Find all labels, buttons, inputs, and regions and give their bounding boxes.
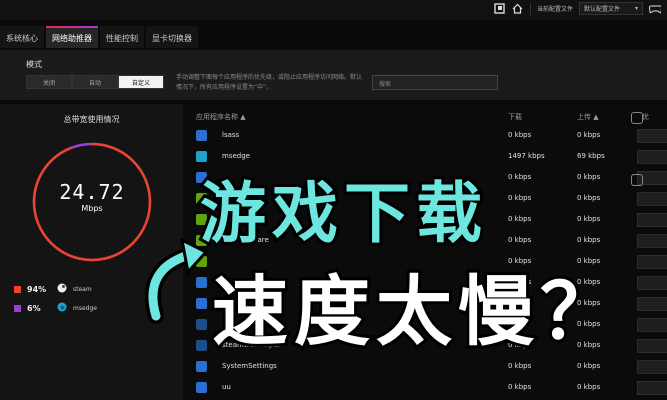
- legend-color-swatch: [14, 304, 21, 312]
- steam-icon: [57, 283, 67, 295]
- upload-rate: 0 kbps: [577, 215, 601, 223]
- profile-label: 当前配置文件: [536, 6, 573, 13]
- app-name: msedge: [222, 152, 250, 160]
- curved-arrow-icon: [144, 238, 209, 324]
- download-rate: 0 kbps: [508, 362, 532, 370]
- priority-select[interactable]: [637, 129, 667, 143]
- mode-description: 手动调整下面每个应用程序的优先级，或阻止应用程序访问网络。默认情况下，所有应用程…: [176, 74, 363, 91]
- title-bar-controls: 当前配置文件 默认配置文件 ▾: [494, 2, 661, 15]
- column-header-name[interactable]: 应用程序名称 ▲: [196, 112, 246, 122]
- legend-name: msedge: [73, 304, 97, 312]
- download-rate: 0 kbps: [508, 215, 532, 223]
- download-rate: 0 kbps: [508, 194, 532, 202]
- overlay-title-line2: 速度太慢？: [209, 264, 622, 359]
- column-header-name-label: 应用程序名称: [196, 113, 238, 121]
- download-rate: 0 kbps: [508, 236, 532, 244]
- priority-select[interactable]: [637, 234, 667, 248]
- table-row[interactable]: lsass 0 kbps 0 kbps: [186, 126, 667, 147]
- mode-panel: 模式 关闭 自动 自定义 手动调整下面每个应用程序的优先级，或阻止应用程序访问网…: [0, 50, 667, 100]
- steam-icon: [196, 340, 207, 351]
- note-icon[interactable]: [494, 3, 506, 15]
- upload-rate: 69 kbps: [577, 152, 605, 160]
- title-bar: 当前配置文件 默认配置文件 ▾: [0, 0, 667, 20]
- profile-select[interactable]: 默认配置文件 ▾: [579, 2, 643, 15]
- usage-title: 总带宽使用情况: [63, 115, 120, 124]
- legend-percent: 94%: [27, 284, 47, 294]
- tab-system-core[interactable]: 系统核心: [0, 26, 44, 48]
- download-rate: 0 kbps: [508, 383, 532, 391]
- upload-rate: 0 kbps: [577, 131, 601, 139]
- download-rate: 1497 kbps: [508, 152, 545, 160]
- gamepad-icon[interactable]: [649, 3, 661, 15]
- mode-off-button[interactable]: 关闭: [26, 75, 72, 89]
- upload-rate: 0 kbps: [577, 236, 601, 244]
- priority-select[interactable]: [637, 276, 667, 290]
- main-tabs: 系统核心 网络助推器 性能控制 显卡切换器: [0, 26, 198, 48]
- priority-select[interactable]: [637, 192, 667, 206]
- upload-rate: 0 kbps: [577, 383, 601, 391]
- chevron-down-icon: ▾: [634, 5, 638, 12]
- mode-title: 模式: [26, 60, 42, 69]
- priority-select[interactable]: [637, 318, 667, 332]
- profile-value: 默认配置文件: [584, 6, 621, 13]
- download-rate: 0 kbps: [508, 131, 532, 139]
- mode-auto-button[interactable]: 自动: [72, 75, 118, 89]
- download-rate: 0 kbps: [508, 173, 532, 181]
- side-tool-icon[interactable]: [631, 174, 643, 186]
- priority-select[interactable]: [637, 213, 667, 227]
- priority-select[interactable]: [637, 381, 667, 395]
- table-row[interactable]: SystemSettings 0 kbps 0 kbps: [186, 357, 667, 378]
- tab-performance-control[interactable]: 性能控制: [100, 26, 144, 48]
- divider: [529, 2, 531, 15]
- upload-rate: 0 kbps: [577, 194, 601, 202]
- mode-segmented-control: 关闭 自动 自定义: [26, 75, 164, 89]
- tab-network-booster[interactable]: 网络助推器: [46, 26, 98, 48]
- priority-select[interactable]: [637, 150, 667, 164]
- sort-up-icon: ▲: [593, 113, 599, 121]
- total-speed-value: 24.72: [59, 180, 125, 204]
- side-tool-icon[interactable]: [631, 112, 643, 124]
- legend-item-msedge: 6% msedge: [14, 302, 97, 314]
- sort-up-icon: ▲: [240, 113, 246, 121]
- gear-icon: [196, 361, 207, 372]
- column-header-priority[interactable]: 优: [642, 112, 649, 122]
- upload-rate: 0 kbps: [577, 173, 601, 181]
- priority-select[interactable]: [637, 360, 667, 374]
- uu-icon: [196, 382, 207, 393]
- total-speed-unit: Mbps: [81, 204, 103, 213]
- app-icon: [196, 130, 207, 141]
- tab-gpu-switcher[interactable]: 显卡切换器: [146, 26, 198, 48]
- app-name: lsass: [222, 131, 240, 139]
- mode-custom-button[interactable]: 自定义: [118, 75, 164, 89]
- legend-color-swatch: [14, 285, 21, 293]
- table-row[interactable]: uu 0 kbps 0 kbps: [186, 378, 667, 399]
- search-input[interactable]: 搜索: [372, 75, 498, 90]
- legend-item-steam: 94% steam: [14, 283, 92, 295]
- edge-icon: [57, 302, 67, 314]
- column-header-upload-label: 上传: [577, 113, 591, 121]
- overlay-title-line1: 游戏下载: [197, 172, 488, 255]
- priority-select[interactable]: [637, 339, 667, 353]
- column-header-download[interactable]: 下载: [508, 112, 522, 122]
- app-name: SystemSettings: [222, 362, 277, 370]
- priority-select[interactable]: [637, 297, 667, 311]
- legend-name: steam: [73, 285, 92, 293]
- home-icon[interactable]: [512, 3, 524, 15]
- legend-percent: 6%: [27, 303, 41, 313]
- upload-rate: 0 kbps: [577, 362, 601, 370]
- app-name: uu: [222, 383, 231, 391]
- priority-select[interactable]: [637, 255, 667, 269]
- column-header-upload[interactable]: 上传 ▲: [577, 112, 599, 122]
